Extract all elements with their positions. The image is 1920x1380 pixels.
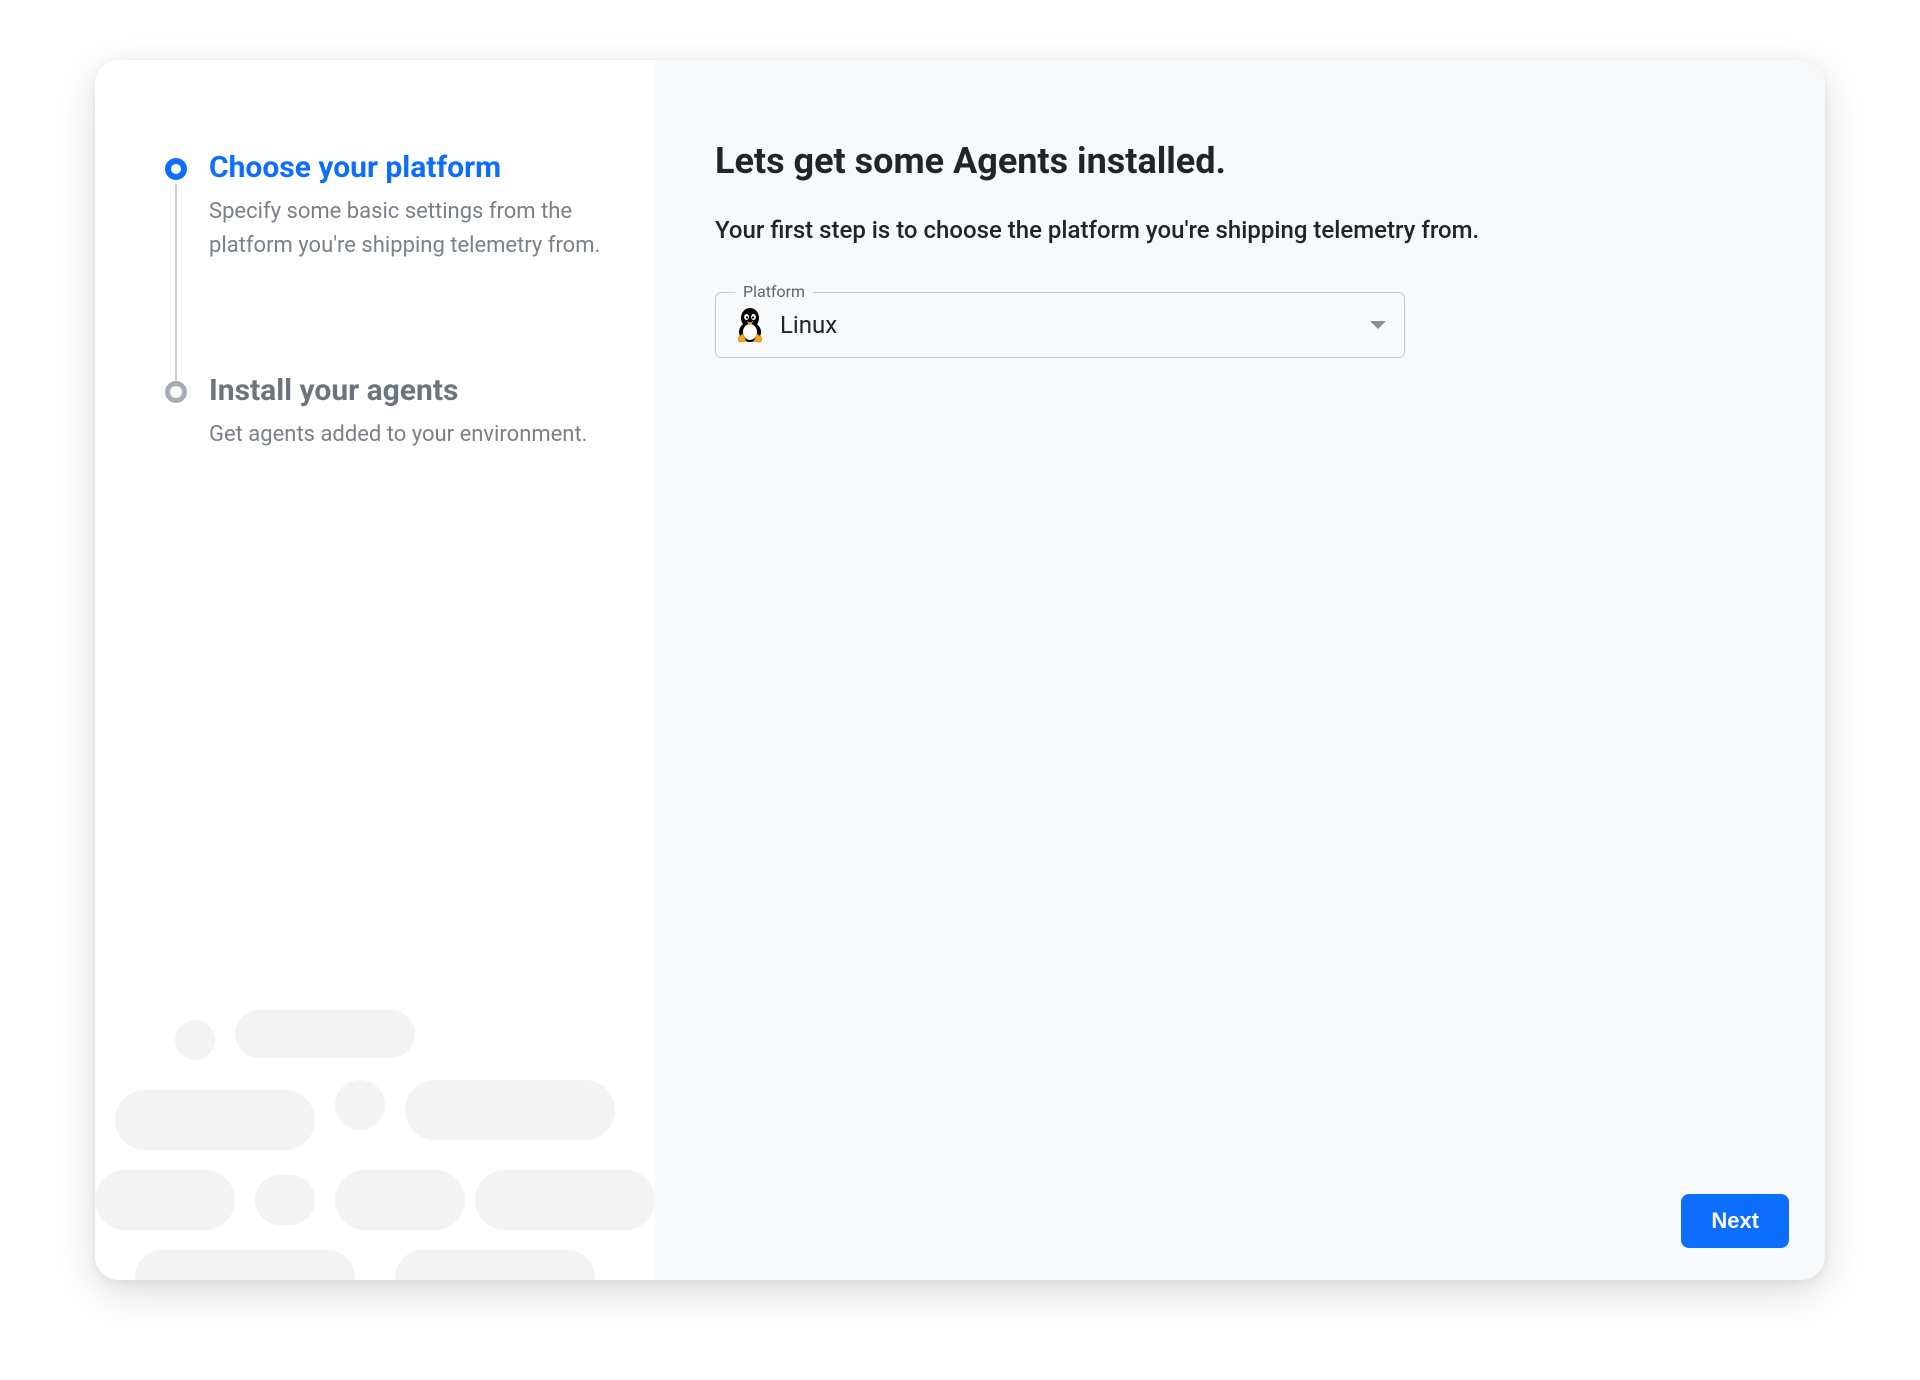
platform-select-value: Linux bbox=[780, 311, 1356, 339]
step-indicator-active-icon bbox=[165, 158, 187, 180]
step-title: Choose your platform bbox=[209, 150, 605, 185]
wizard-card: Choose your platform Specify some basic … bbox=[95, 60, 1825, 1280]
step-indicator-inactive-icon bbox=[165, 381, 187, 403]
wizard-main-panel: Lets get some Agents installed. Your fir… bbox=[655, 60, 1825, 1280]
page-title: Lets get some Agents installed. bbox=[715, 140, 1765, 182]
wizard-sidebar: Choose your platform Specify some basic … bbox=[95, 60, 655, 1280]
platform-select-wrapper: Platform Linux bbox=[715, 292, 1405, 358]
step-text: Choose your platform Specify some basic … bbox=[209, 150, 605, 263]
step-install-agents[interactable]: Install your agents Get agents added to … bbox=[165, 373, 605, 452]
decorative-background bbox=[95, 1000, 655, 1280]
step-description: Specify some basic settings from the pla… bbox=[209, 195, 605, 263]
platform-select[interactable]: Linux bbox=[715, 292, 1405, 358]
step-description: Get agents added to your environment. bbox=[209, 418, 605, 452]
step-title: Install your agents bbox=[209, 373, 605, 408]
page-subtitle: Your first step is to choose the platfor… bbox=[715, 216, 1765, 244]
step-choose-platform[interactable]: Choose your platform Specify some basic … bbox=[165, 150, 605, 373]
footer-actions: Next bbox=[1681, 1194, 1789, 1248]
stepper: Choose your platform Specify some basic … bbox=[165, 150, 605, 452]
chevron-down-icon bbox=[1370, 321, 1386, 329]
step-connector-line bbox=[175, 184, 177, 383]
platform-select-label: Platform bbox=[735, 282, 813, 301]
next-button[interactable]: Next bbox=[1681, 1194, 1789, 1248]
step-text: Install your agents Get agents added to … bbox=[209, 373, 605, 452]
linux-icon bbox=[734, 307, 766, 343]
